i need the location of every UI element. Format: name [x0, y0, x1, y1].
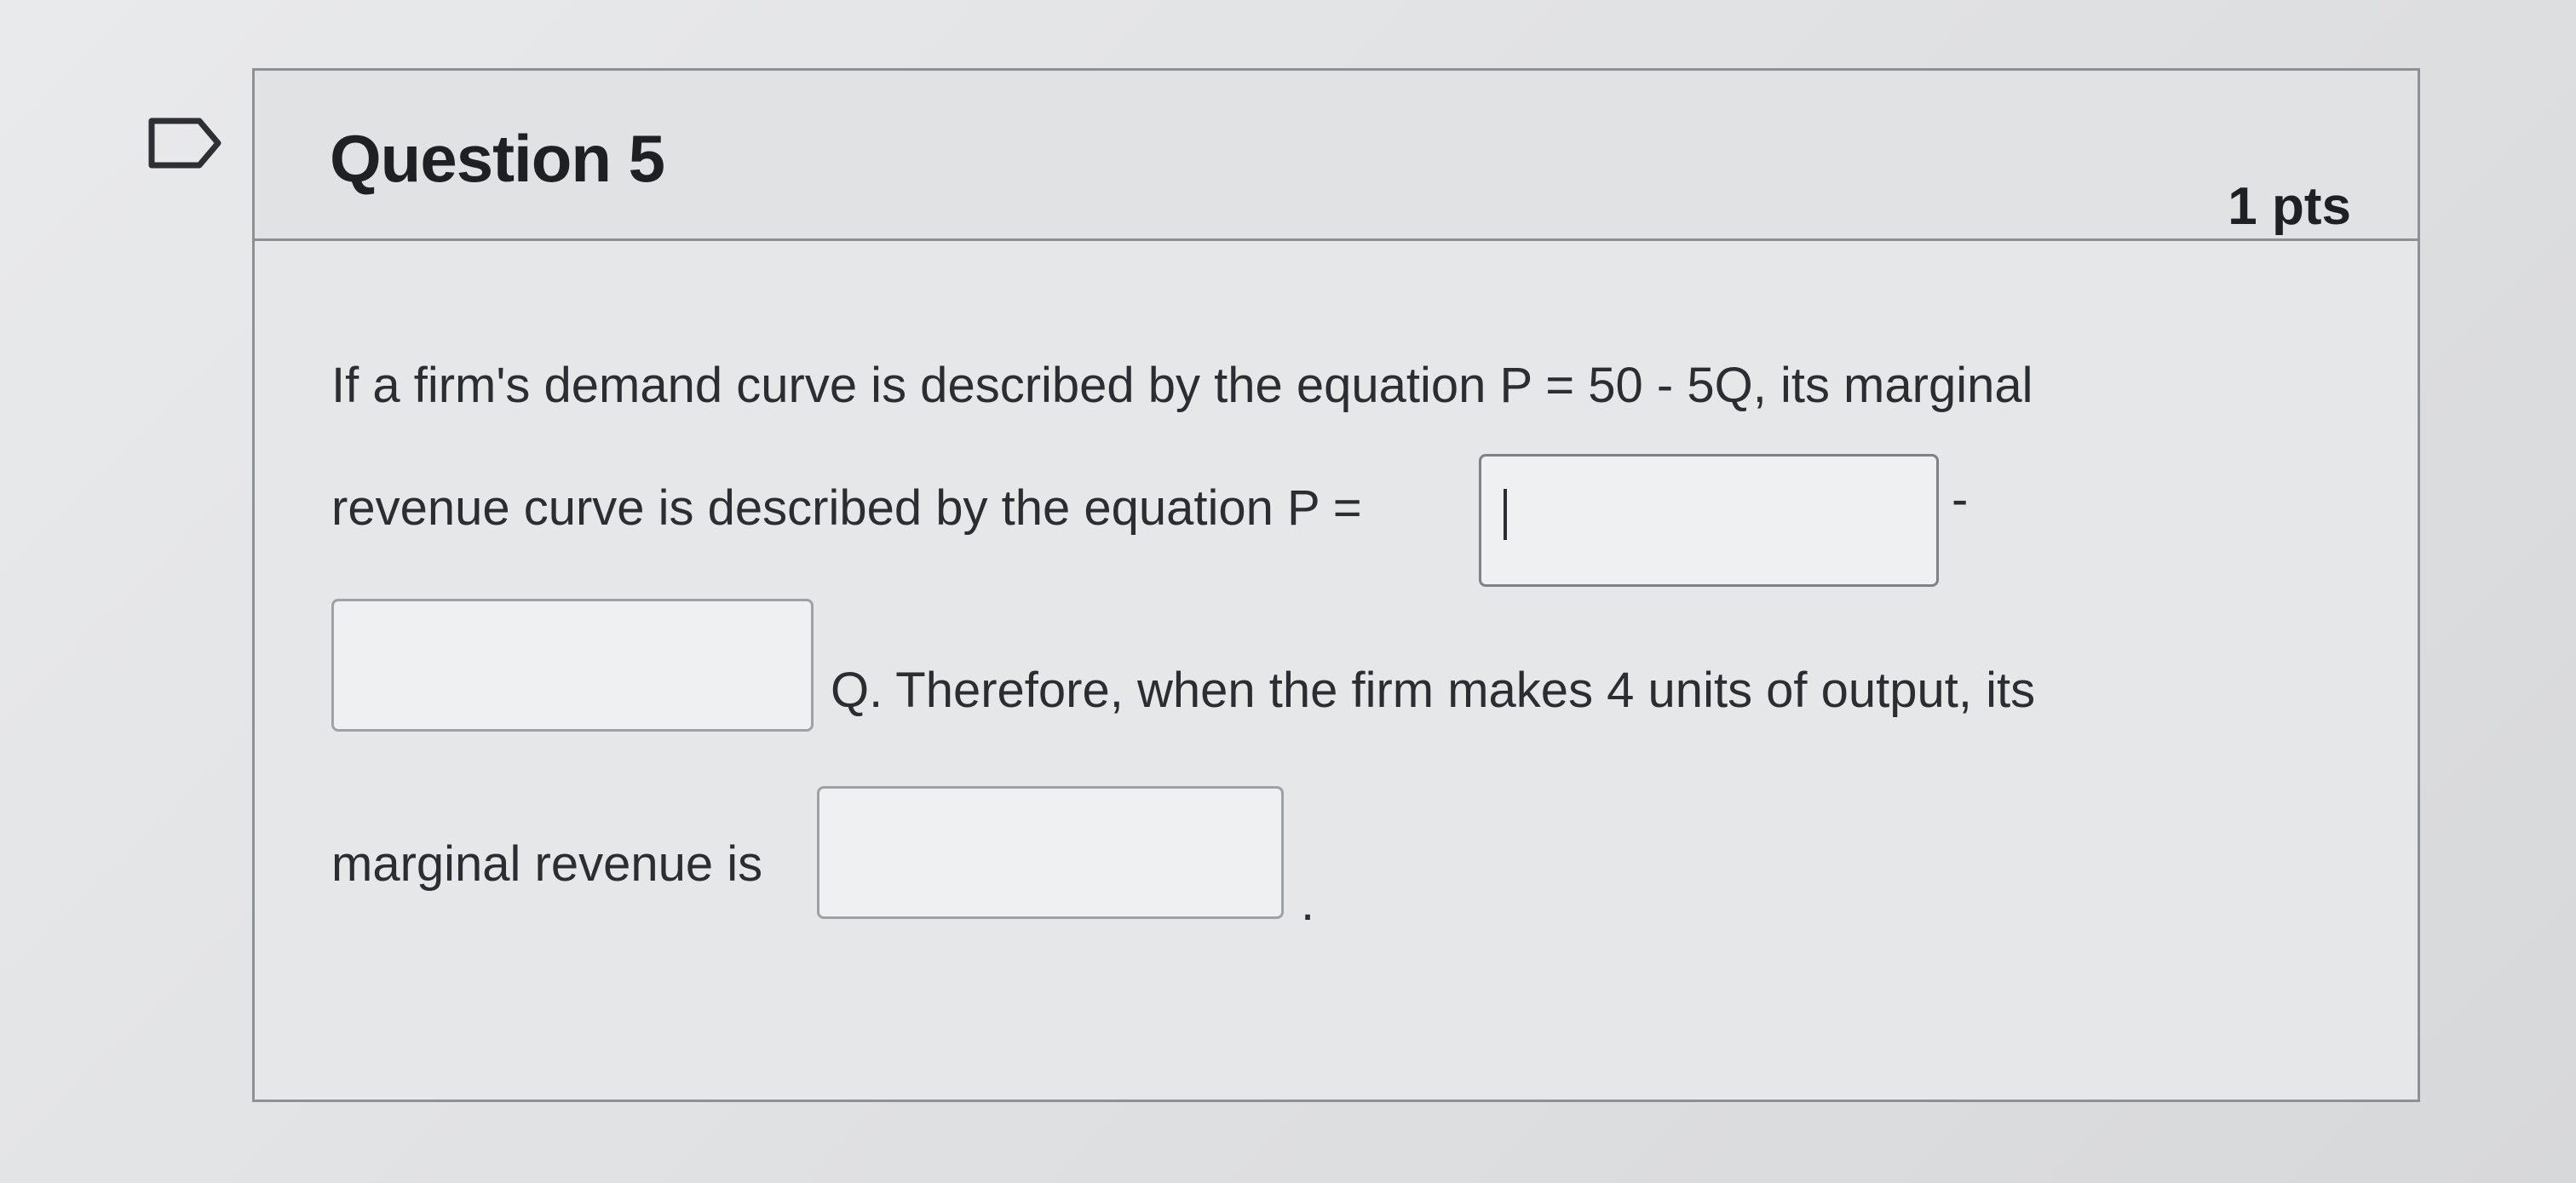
- prompt-line-3: Q. Therefore, when the firm makes 4 unit…: [831, 663, 2036, 718]
- minus-sign: -: [1952, 472, 1969, 527]
- question-points: 1 pts: [2228, 177, 2351, 236]
- flag-icon[interactable]: [147, 116, 223, 170]
- question-card: Question 5 1 pts If a firm's demand curv…: [252, 68, 2420, 1102]
- text-cursor: [1504, 489, 1507, 540]
- question-title: Question 5: [330, 121, 665, 196]
- prompt-line-4: marginal revenue is: [331, 836, 763, 892]
- marginal-revenue-input[interactable]: [817, 786, 1284, 919]
- period: .: [1301, 876, 1315, 931]
- question-header: Question 5 1 pts: [255, 71, 2418, 241]
- mr-slope-input[interactable]: [331, 599, 814, 732]
- mr-intercept-input[interactable]: [1479, 454, 1939, 587]
- prompt-line-1: If a firm's demand curve is described by…: [331, 358, 2033, 413]
- prompt-line-2: revenue curve is described by the equati…: [331, 480, 1362, 536]
